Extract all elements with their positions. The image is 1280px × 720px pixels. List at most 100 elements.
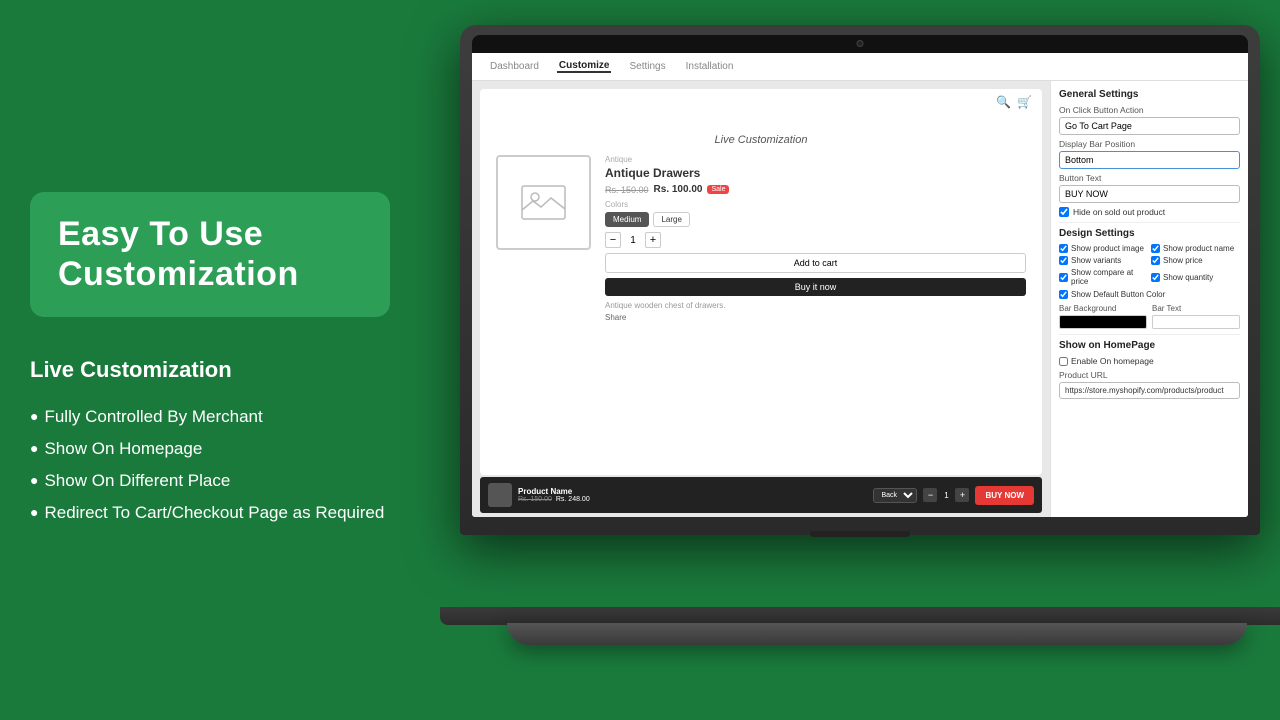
laptop-stand	[507, 623, 1247, 645]
bar-price-new: Rs. 248.00	[556, 496, 590, 503]
bar-background-swatch[interactable]	[1059, 315, 1147, 329]
show-product-image-row: Show product image	[1059, 244, 1148, 253]
bar-qty-minus[interactable]: −	[923, 488, 937, 502]
hide-sold-out-label: Hide on sold out product	[1073, 207, 1165, 217]
product-image	[496, 155, 591, 250]
design-settings-title: Design Settings	[1059, 228, 1240, 239]
sale-badge: Sale	[707, 185, 729, 194]
hide-sold-out-checkbox[interactable]	[1059, 207, 1069, 217]
bar-buy-now-btn[interactable]: BUY NOW	[975, 486, 1034, 505]
price-new: Rs. 100.00	[654, 184, 703, 195]
show-variants-label: Show variants	[1071, 256, 1121, 265]
subtitle-text: Live Customization	[30, 357, 390, 383]
product-url-label: Product URL	[1059, 370, 1240, 380]
color-swatches-row: Bar Background Bar Text	[1059, 304, 1240, 329]
bar-price-row: Rs. 150.00 Rs. 248.00	[518, 496, 867, 503]
show-price-cb[interactable]	[1151, 256, 1160, 265]
show-variants-cb[interactable]	[1059, 256, 1068, 265]
product-details: Antique Antique Drawers Rs. 150.00 Rs. 1…	[605, 155, 1026, 322]
main-background: Easy To Use Customization Live Customiza…	[0, 0, 1280, 720]
bar-product-info: Product Name Rs. 150.00 Rs. 248.00	[518, 487, 867, 503]
preview-card: 🔍 🛒 Live Customization	[480, 89, 1042, 475]
product-description: Antique wooden chest of drawers.	[605, 301, 1026, 310]
image-placeholder-icon	[521, 185, 566, 220]
add-to-cart-btn[interactable]: Add to cart	[605, 253, 1026, 273]
price-row: Rs. 150.00 Rs. 100.00 Sale	[605, 184, 1026, 195]
bar-qty-controls: − 1 +	[923, 488, 969, 502]
bar-text-label: Bar Text	[1152, 304, 1240, 313]
show-on-homepage-title: Show on HomePage	[1059, 340, 1240, 351]
on-click-label: On Click Button Action	[1059, 105, 1240, 115]
general-settings-title: General Settings	[1059, 89, 1240, 100]
buy-now-btn[interactable]: Buy it now	[605, 278, 1026, 296]
search-icon[interactable]: 🔍	[996, 95, 1011, 109]
hide-sold-out-row: Hide on sold out product	[1059, 207, 1240, 217]
bar-background-label: Bar Background	[1059, 304, 1147, 313]
button-text-label: Button Text	[1059, 173, 1240, 183]
product-section: Antique Antique Drawers Rs. 150.00 Rs. 1…	[480, 145, 1042, 332]
show-quantity-row: Show quantity	[1151, 268, 1240, 286]
show-price-label: Show price	[1163, 256, 1203, 265]
colors-label: Colors	[605, 200, 1026, 209]
show-product-name-cb[interactable]	[1151, 244, 1160, 253]
app-nav: Dashboard Customize Settings Installatio…	[472, 53, 1248, 81]
bar-qty-plus[interactable]: +	[955, 488, 969, 502]
features-list: Fully Controlled By Merchant Show On Hom…	[30, 401, 390, 528]
nav-customize[interactable]: Customize	[557, 60, 612, 73]
show-quantity-label: Show quantity	[1163, 273, 1213, 282]
bar-text-swatch[interactable]	[1152, 315, 1240, 329]
title-badge: Easy To Use Customization	[30, 192, 390, 318]
size-medium-btn[interactable]: Medium	[605, 212, 649, 227]
product-url-input[interactable]	[1059, 382, 1240, 399]
show-compare-price-cb[interactable]	[1059, 273, 1068, 282]
bar-text-group: Bar Text	[1152, 304, 1240, 329]
show-default-button-row: Show Default Button Color	[1059, 290, 1240, 299]
nav-installation[interactable]: Installation	[684, 61, 736, 72]
share-link[interactable]: Share	[605, 313, 1026, 322]
sticky-bottom-bar: Product Name Rs. 150.00 Rs. 248.00 Back	[480, 477, 1042, 513]
show-compare-price-label: Show compare at price	[1071, 268, 1148, 286]
divider-1	[1059, 222, 1240, 223]
nav-settings[interactable]: Settings	[627, 61, 667, 72]
qty-plus-btn[interactable]: +	[645, 232, 661, 248]
price-old: Rs. 150.00	[605, 185, 649, 195]
show-variants-row: Show variants	[1059, 256, 1148, 265]
show-default-button-label: Show Default Button Color	[1071, 290, 1165, 299]
show-product-image-label: Show product image	[1071, 244, 1144, 253]
laptop-body: Dashboard Customize Settings Installatio…	[460, 25, 1260, 535]
button-text-input[interactable]	[1059, 185, 1240, 203]
design-grid: Show product image Show product name Sho…	[1059, 244, 1240, 286]
live-customization-overlay: Live Customization	[715, 134, 808, 146]
bar-variant-select[interactable]: Back	[873, 488, 917, 503]
feature-item-4: Redirect To Cart/Checkout Page as Requir…	[30, 497, 390, 529]
show-default-button-cb[interactable]	[1059, 290, 1068, 299]
laptop-hinge	[810, 531, 910, 537]
app-body: 🔍 🛒 Live Customization	[472, 81, 1248, 517]
settings-panel: General Settings On Click Button Action …	[1050, 81, 1248, 517]
antique-label: Antique	[605, 155, 1026, 164]
screen-display: Dashboard Customize Settings Installatio…	[472, 53, 1248, 517]
laptop-container: Dashboard Customize Settings Installatio…	[420, 25, 1280, 675]
enable-homepage-row: Enable On homepage	[1059, 356, 1240, 366]
bar-price-old: Rs. 150.00	[518, 496, 552, 503]
bar-qty-val: 1	[940, 491, 952, 500]
on-click-input[interactable]	[1059, 117, 1240, 135]
size-large-btn[interactable]: Large	[653, 212, 689, 227]
show-product-name-row: Show product name	[1151, 244, 1240, 253]
qty-minus-btn[interactable]: −	[605, 232, 621, 248]
divider-2	[1059, 334, 1240, 335]
preview-area: 🔍 🛒 Live Customization	[472, 81, 1050, 517]
preview-top-bar: 🔍 🛒	[480, 89, 1042, 115]
show-product-image-cb[interactable]	[1059, 244, 1068, 253]
cart-icon[interactable]: 🛒	[1017, 95, 1032, 109]
show-price-row: Show price	[1151, 256, 1240, 265]
display-bar-input[interactable]	[1059, 151, 1240, 169]
feature-item-1: Fully Controlled By Merchant	[30, 401, 390, 433]
show-quantity-cb[interactable]	[1151, 273, 1160, 282]
qty-row: − 1 +	[605, 232, 1026, 248]
size-buttons: Medium Large	[605, 212, 1026, 227]
bar-background-group: Bar Background	[1059, 304, 1147, 329]
nav-dashboard[interactable]: Dashboard	[488, 61, 541, 72]
enable-homepage-cb[interactable]	[1059, 357, 1068, 366]
left-panel: Easy To Use Customization Live Customiza…	[0, 0, 420, 720]
